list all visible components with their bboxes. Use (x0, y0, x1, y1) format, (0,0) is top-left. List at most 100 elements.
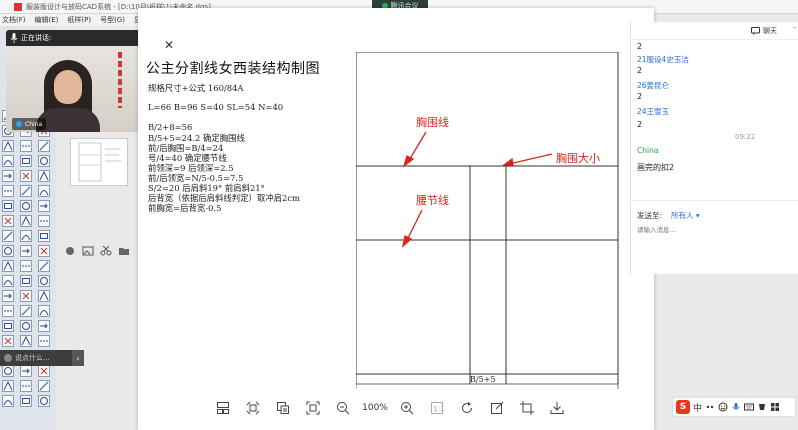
crop-button[interactable] (512, 396, 542, 420)
cad-tool-button[interactable] (38, 305, 50, 317)
scissors-icon[interactable] (100, 246, 112, 256)
cad-tool-button[interactable] (20, 245, 32, 257)
voice-icon[interactable] (731, 402, 741, 412)
cad-tool-button[interactable] (2, 335, 14, 347)
cad-tool-button[interactable] (38, 260, 50, 272)
cad-tool-button[interactable] (2, 260, 14, 272)
cad-tool-button[interactable] (2, 290, 14, 302)
emoji-icon[interactable] (718, 402, 728, 412)
pattern-thumbnail (70, 138, 128, 186)
pattern-grid (355, 51, 619, 389)
chevron-left-icon[interactable]: ‹ (72, 350, 84, 366)
cad-tool-button[interactable] (38, 395, 50, 407)
cad-tool-button[interactable] (20, 365, 32, 377)
cad-tool-button[interactable] (2, 320, 14, 332)
rotate-button[interactable] (452, 396, 482, 420)
keyboard-icon[interactable] (744, 402, 755, 412)
cad-tool-button[interactable] (20, 290, 32, 302)
image-tool-icon[interactable] (82, 246, 94, 256)
cad-tool-button[interactable] (20, 170, 32, 182)
chat-self-message: 画完的扣2 (637, 163, 675, 172)
fullscreen-button[interactable] (298, 396, 328, 420)
cad-tool-button[interactable] (20, 140, 32, 152)
cad-tool-button[interactable] (38, 200, 50, 212)
cad-tool-button[interactable] (20, 305, 32, 317)
skin-icon[interactable] (757, 402, 767, 412)
chat-widget-label: 说点什么... (15, 354, 50, 362)
cad-tool-button[interactable] (38, 320, 50, 332)
speaker-video-panel[interactable]: 正在讲话: (6, 30, 152, 132)
cad-tool-button[interactable] (38, 275, 50, 287)
cad-tool-button[interactable] (38, 170, 50, 182)
cad-tool-button[interactable] (2, 380, 14, 392)
cad-tool-button[interactable] (20, 200, 32, 212)
cad-tool-button[interactable] (38, 365, 50, 377)
menu-pattern[interactable]: 纸样(P) (67, 15, 91, 25)
cad-tool-button[interactable] (2, 200, 14, 212)
cad-tool-button[interactable] (38, 245, 50, 257)
cad-tool-button[interactable] (2, 215, 14, 227)
chat-timestamp: 09:22 (735, 133, 756, 141)
cad-tool-button[interactable] (2, 155, 14, 167)
thumbnail-button[interactable] (208, 396, 238, 420)
meeting-chat-widget[interactable]: 说点什么... ‹ (0, 350, 84, 366)
cad-tool-icon (3, 381, 13, 391)
cad-tool-button[interactable] (2, 305, 14, 317)
menu-file[interactable]: 文档(F) (2, 15, 26, 25)
cad-tool-button[interactable] (2, 245, 14, 257)
cad-tool-button[interactable] (38, 290, 50, 302)
cad-tool-button[interactable] (2, 395, 14, 407)
chat-input[interactable] (637, 224, 787, 236)
circle-tool-icon[interactable] (64, 246, 76, 256)
wall-decoration (118, 52, 122, 108)
cad-tool-button[interactable] (20, 335, 32, 347)
cad-tool-button[interactable] (20, 230, 32, 242)
menu-size[interactable]: 号型(G) (100, 15, 125, 25)
ime-toolbar[interactable]: S 中 (672, 397, 796, 417)
cad-tool-button[interactable] (2, 170, 14, 182)
cad-tool-button[interactable] (2, 275, 14, 287)
cad-tool-button[interactable] (38, 230, 50, 242)
cad-tool-icon (4, 203, 12, 209)
zoom-in-button[interactable] (392, 396, 422, 420)
cad-tool-button[interactable] (20, 395, 32, 407)
cad-tool-button[interactable] (2, 230, 14, 242)
cad-tool-button[interactable] (38, 335, 50, 347)
cad-tool-icon (3, 141, 13, 151)
person-face (54, 70, 82, 104)
thumbnail-drawing (78, 142, 121, 182)
close-icon[interactable]: ✕ (164, 39, 174, 51)
cad-tool-button[interactable] (38, 215, 50, 227)
actual-size-button[interactable]: 1:1 (422, 396, 452, 420)
cad-tool-button[interactable] (2, 185, 14, 197)
cad-tool-button[interactable] (2, 140, 14, 152)
cad-tool-button[interactable] (38, 155, 50, 167)
toolbox-icon[interactable] (770, 402, 780, 412)
minimize-icon[interactable]: – (793, 24, 798, 31)
cad-tool-button[interactable] (38, 140, 50, 152)
ime-logo: S (676, 400, 690, 414)
cad-tool-icon (22, 202, 30, 210)
menu-edit[interactable]: 编辑(E) (35, 15, 59, 25)
cad-tool-button[interactable] (20, 185, 32, 197)
zoom-out-button[interactable] (328, 396, 358, 420)
chat-header-title: 聊天 (763, 26, 777, 35)
edit-button[interactable] (482, 396, 512, 420)
cad-tool-button[interactable] (38, 380, 50, 392)
cad-tool-button[interactable] (20, 380, 32, 392)
download-button[interactable] (542, 396, 572, 420)
cad-tool-button[interactable] (2, 365, 14, 377)
send-to-dropdown[interactable]: 所有人 ▾ (671, 210, 700, 221)
folder-icon[interactable] (118, 246, 130, 256)
punctuation-icon[interactable] (705, 402, 715, 412)
cad-tool-button[interactable] (20, 215, 32, 227)
fit-width-button[interactable] (238, 396, 268, 420)
cad-tool-button[interactable] (20, 320, 32, 332)
cad-tool-button[interactable] (20, 155, 32, 167)
ocr-button[interactable] (268, 396, 298, 420)
cad-tool-button[interactable] (38, 185, 50, 197)
cad-tool-button[interactable] (20, 275, 32, 287)
cad-tool-icon (21, 216, 31, 226)
ime-mode[interactable]: 中 (693, 401, 702, 414)
cad-tool-button[interactable] (20, 260, 32, 272)
